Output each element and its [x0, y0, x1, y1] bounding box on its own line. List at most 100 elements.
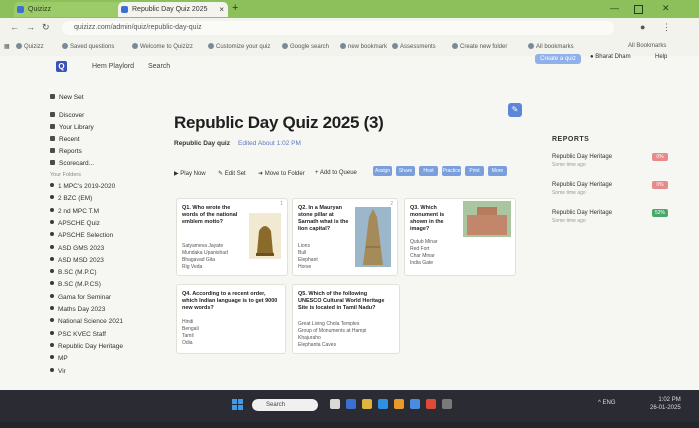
folder-icon[interactable]: [394, 399, 404, 409]
sidebar-item-new-set[interactable]: New Set: [50, 94, 84, 101]
bookmark-item[interactable]: All bookmarks: [528, 43, 574, 50]
sidebar-folder-item[interactable]: National Science 2021: [50, 318, 123, 325]
sidebar-item-discover[interactable]: Discover: [50, 112, 84, 119]
question-card[interactable]: Q5. Which of the following UNESCO Cultur…: [292, 284, 400, 354]
sidebar-item-library[interactable]: Your Library: [50, 124, 94, 131]
question-text: Q2. In a Mauryan stone pillar at Sarnath…: [298, 205, 349, 232]
report-score-badge: 52%: [652, 209, 668, 217]
host-button[interactable]: Host: [419, 166, 438, 176]
sidebar-folder-item[interactable]: ASD MSD 2023: [50, 257, 104, 264]
file-explorer-icon[interactable]: [362, 399, 372, 409]
maximize-button[interactable]: [634, 5, 643, 14]
task-view-icon[interactable]: [346, 399, 356, 409]
sidebar-folder-item[interactable]: 2 nd MPC T.M: [50, 208, 99, 215]
sidebar-folder-item[interactable]: Republic Day Heritage: [50, 343, 123, 350]
windows-start-icon[interactable]: [232, 399, 244, 411]
print-button[interactable]: Print: [465, 166, 484, 176]
question-card[interactable]: Q4. According to a recent order, which I…: [176, 284, 286, 354]
sidebar-folder-item[interactable]: MP: [50, 355, 68, 362]
play-now-button[interactable]: ▶ Play Now: [174, 170, 206, 177]
share-button[interactable]: Share: [396, 166, 415, 176]
minimize-button[interactable]: —: [610, 3, 619, 13]
help-link[interactable]: Help: [655, 54, 667, 60]
forward-icon[interactable]: →: [26, 22, 35, 32]
question-text: Q3. Which monument is shown in the image…: [410, 205, 445, 232]
close-icon[interactable]: ×: [219, 2, 224, 17]
sidebar-folder-item[interactable]: Maths Day 2023: [50, 306, 105, 313]
back-icon[interactable]: ←: [10, 22, 19, 32]
option-text: Elephanta Caves: [298, 342, 337, 348]
profile-icon[interactable]: ●: [640, 22, 645, 32]
store-icon[interactable]: [410, 399, 420, 409]
report-score-badge: 0%: [652, 153, 668, 161]
url-field[interactable]: quizizz.com/admin/quiz/republic-day-quiz: [62, 21, 614, 35]
add-to-queue-button[interactable]: + Add to Queue: [315, 170, 357, 176]
edge-icon[interactable]: [378, 399, 388, 409]
sidebar-folder-item[interactable]: PSC KVEC Staff: [50, 331, 106, 338]
edit-set-button[interactable]: ✎ Edit Set: [218, 170, 246, 177]
topnav-link[interactable]: Search: [148, 63, 170, 70]
sidebar-item-reports[interactable]: Reports: [50, 148, 82, 155]
all-bookmarks-link[interactable]: All Bookmarks: [628, 43, 666, 49]
bookmark-icon: [208, 43, 214, 49]
option-text: Bengali: [182, 326, 199, 332]
widgets-icon[interactable]: [330, 399, 340, 409]
sidebar-folder-item[interactable]: 1 MPC's 2019-2020: [50, 183, 115, 190]
sidebar-folder-item[interactable]: APSCHE Quiz: [50, 220, 100, 227]
settings-icon[interactable]: [442, 399, 452, 409]
reports-heading: REPORTS: [552, 136, 590, 143]
chrome-icon[interactable]: [426, 399, 436, 409]
report-item[interactable]: Republic Day Heritage Some time ago: [552, 154, 612, 168]
bookmark-item[interactable]: Welcome to Quizizz: [132, 43, 193, 50]
practice-button[interactable]: Practice: [442, 166, 461, 176]
sidebar-folder-item[interactable]: APSCHE Selection: [50, 232, 113, 239]
sidebar-item-recent[interactable]: Recent: [50, 136, 80, 143]
edit-icon[interactable]: ✎: [508, 103, 522, 117]
bookmark-icon: [452, 43, 458, 49]
sidebar-folder-item[interactable]: ASD GMS 2023: [50, 245, 104, 252]
bookmark-item[interactable]: Assessments: [392, 43, 436, 50]
clock[interactable]: 1:02 PM 26-01-2025: [650, 396, 681, 412]
option-text: Char Minar: [410, 253, 435, 259]
system-tray[interactable]: ^ ENG: [598, 400, 615, 406]
bookmark-item[interactable]: Create new folder: [452, 43, 507, 50]
create-quiz-button[interactable]: Create a quiz: [535, 54, 581, 64]
question-card[interactable]: 2 Q2. In a Mauryan stone pillar at Sarna…: [292, 198, 398, 276]
reload-icon[interactable]: ↻: [42, 22, 50, 33]
option-text: Odia: [182, 340, 193, 346]
taskbar-search-input[interactable]: Search: [252, 399, 318, 411]
quiz-author: Republic Day quiz: [174, 140, 230, 147]
option-text: Khajuraho: [298, 335, 321, 341]
new-tab-button[interactable]: +: [232, 2, 238, 14]
assign-button[interactable]: Assign: [373, 166, 392, 176]
option-text: Hindi: [182, 319, 194, 325]
sidebar-folder-item[interactable]: B.SC (M.P.C): [50, 269, 97, 276]
sidebar-folder-item[interactable]: 2 BZC (EM): [50, 195, 92, 202]
logo-icon[interactable]: Q: [56, 61, 67, 72]
browser-tab-active[interactable]: Republic Day Quiz 2025 ×: [118, 2, 228, 17]
bookmark-item[interactable]: new bookmark: [340, 43, 387, 50]
question-card[interactable]: 3 Q3. Which monument is shown in the ima…: [404, 198, 516, 276]
window-close-button[interactable]: ✕: [662, 3, 670, 14]
sidebar-item-scorecard[interactable]: Scorecard...: [50, 160, 94, 167]
move-to-folder-button[interactable]: ➜ Move to Folder: [258, 170, 305, 177]
bookmark-item[interactable]: Google search: [282, 43, 329, 50]
bookmark-item[interactable]: Saved questions: [62, 43, 114, 50]
sidebar-folder-item[interactable]: Vir: [50, 368, 66, 375]
user-menu[interactable]: ● Bharat Dham: [590, 54, 631, 60]
bookmark-item[interactable]: Customize your quiz: [208, 43, 270, 50]
report-item[interactable]: Republic Day Heritage Some time ago: [552, 182, 612, 196]
browser-tab[interactable]: Quizizz×: [14, 2, 132, 17]
topnav-link[interactable]: Hem Playlord: [92, 63, 134, 70]
menu-icon[interactable]: ⋮: [662, 22, 671, 33]
sidebar-folder-item[interactable]: B.SC (M.P.CS): [50, 281, 101, 288]
compass-icon: [50, 112, 55, 117]
more-button[interactable]: More: [488, 166, 507, 176]
sidebar-folder-item[interactable]: Gama for Seminar: [50, 294, 111, 301]
plus-icon: [50, 94, 55, 99]
report-item[interactable]: Republic Day Heritage Some time ago: [552, 210, 612, 224]
bookmark-icon: [132, 43, 138, 49]
question-card[interactable]: 1 Q1. Who wrote the words of the nationa…: [176, 198, 288, 276]
bookmark-item[interactable]: Quizizz: [16, 43, 44, 50]
bookmarks-apps-icon[interactable]: ▦: [4, 43, 10, 50]
